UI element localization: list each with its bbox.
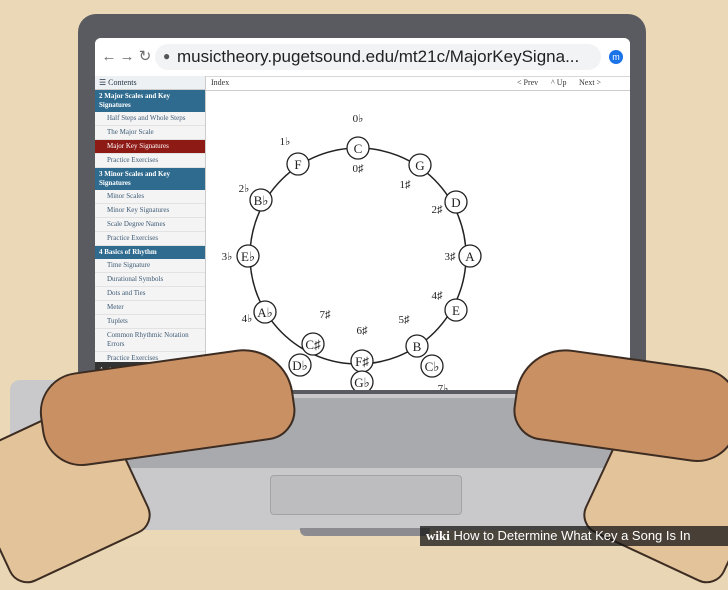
key-node: A (458, 244, 482, 268)
accidental-count-label: 0♯ (353, 163, 365, 175)
forward-icon[interactable]: → (119, 48, 135, 66)
sidebar-item[interactable]: Major Key Signatures (95, 140, 205, 154)
sidebar-item[interactable]: Meter (95, 301, 205, 315)
key-node-label: B (413, 339, 422, 354)
menu-icon[interactable]: ⋮ (625, 47, 630, 63)
laptop-front-notch (300, 528, 430, 536)
key-node-label: G (415, 158, 424, 173)
key-node-label: C♭ (425, 359, 440, 374)
back-icon[interactable]: ← (101, 48, 117, 66)
caption-text: How to Determine What Key a Song Is In (453, 528, 691, 543)
accidental-count-label: 3♭ (222, 251, 233, 263)
main-content: C G D A E B F♯ G♭ D♭ A♭ E♭ B♭ F C♯ C♭ 0♭ 0♯ 1♯ 2♯ 3♯ 4♯ 5♯ 6♯… (205, 90, 630, 390)
key-node: B♭ (249, 188, 273, 212)
accidental-count-label: 4♯ (432, 290, 444, 302)
accidental-count-label: 4♭ (242, 313, 253, 325)
top-nav: Index < Prev ^ Up Next > (205, 76, 630, 91)
sidebar-item[interactable]: Common Rhythmic Notation Errors (95, 329, 205, 352)
accidental-count-label: 7♭ (438, 383, 449, 390)
key-node: G♭ (350, 370, 374, 390)
key-node-label: B♭ (254, 193, 269, 208)
laptop-screen: ← → ↻ ● musictheory.pugetsound.edu/mt21c… (95, 38, 630, 390)
key-node: C♭ (420, 354, 444, 378)
key-node-label: A♭ (257, 305, 273, 320)
key-node-label: C (354, 141, 363, 156)
key-node: F♯ (350, 349, 374, 373)
accidental-count-label: 2♭ (239, 183, 250, 195)
caption-brand: wiki (426, 528, 450, 543)
sidebar-item[interactable]: Dots and Ties (95, 287, 205, 301)
key-node-label: G♭ (354, 375, 370, 390)
sidebar-header-label: Contents (108, 78, 137, 87)
sidebar: ☰ Contents 2 Major Scales and Key Signat… (95, 76, 206, 390)
sidebar-item[interactable]: The Major Scale (95, 126, 205, 140)
sidebar-header[interactable]: ☰ Contents (95, 76, 205, 90)
reload-icon[interactable]: ↻ (137, 48, 153, 66)
key-node: C♯ (301, 332, 325, 356)
profile-avatar[interactable]: m (609, 50, 623, 64)
browser-toolbar: ← → ↻ ● musictheory.pugetsound.edu/mt21c… (95, 38, 630, 77)
key-node-label: C♯ (305, 337, 320, 352)
key-node-label: E (452, 303, 460, 318)
key-node-label: F♯ (355, 354, 369, 369)
key-node: E♭ (236, 244, 260, 268)
accidental-count-label: 1♭ (280, 136, 291, 148)
touchpad[interactable] (270, 475, 462, 515)
key-node-label: D♭ (292, 358, 308, 373)
key-node: F (286, 152, 310, 176)
up-button[interactable]: ^ Up (551, 78, 567, 87)
sidebar-item[interactable]: Tuplets (95, 315, 205, 329)
sidebar-item[interactable]: Scale Degree Names (95, 218, 205, 232)
key-node-label: A (465, 249, 475, 264)
key-node: B (405, 334, 429, 358)
key-node: E (444, 298, 468, 322)
accidental-count-label: 6♯ (357, 325, 369, 337)
sidebar-item[interactable]: Half Steps and Whole Steps (95, 112, 205, 126)
key-node-label: F (294, 157, 301, 172)
sidebar-item[interactable]: Time Signature (95, 259, 205, 273)
index-link[interactable]: Index (211, 78, 229, 87)
accidental-count-label: 2♯ (432, 204, 444, 216)
key-node-label: E♭ (241, 249, 255, 264)
key-node-label: D (451, 195, 460, 210)
sidebar-section-2[interactable]: 2 Major Scales and Key Signatures (95, 90, 205, 112)
key-node: C (346, 136, 370, 160)
sidebar-section-4[interactable]: 4 Basics of Rhythm (95, 246, 205, 259)
sidebar-item[interactable]: Minor Scales (95, 190, 205, 204)
next-button[interactable]: Next > (579, 78, 601, 87)
key-node: D (444, 190, 468, 214)
accidental-count-label: 7♯ (320, 309, 332, 321)
key-node: G (408, 153, 432, 177)
address-bar[interactable]: ● musictheory.pugetsound.edu/mt21c/Major… (155, 44, 601, 70)
prev-button[interactable]: < Prev (517, 78, 538, 87)
sidebar-item[interactable]: Durational Symbols (95, 273, 205, 287)
key-node: D♭ (288, 353, 312, 377)
accidental-count-label: 1♯ (400, 179, 412, 191)
accidental-count-label: 3♯ (445, 251, 457, 263)
lock-icon: ● (163, 49, 171, 63)
sidebar-item[interactable]: Minor Key Signatures (95, 204, 205, 218)
caption-bar: wiki How to Determine What Key a Song Is… (420, 526, 728, 546)
url-text: musictheory.pugetsound.edu/mt21c/MajorKe… (177, 47, 580, 66)
sidebar-list: 2 Major Scales and Key Signatures Half St… (95, 90, 205, 379)
key-node: A♭ (253, 300, 277, 324)
sidebar-item[interactable]: Practice Exercises (95, 154, 205, 168)
accidental-count-label: 0♭ (353, 113, 364, 125)
accidental-count-label: 5♯ (399, 314, 411, 326)
sidebar-section-3[interactable]: 3 Minor Scales and Key Signatures (95, 168, 205, 190)
circle-of-fifths-diagram: C G D A E B F♯ G♭ D♭ A♭ E♭ B♭ F C♯ C♭ 0♭ 0♯ 1♯ 2♯ 3♯ 4♯ 5♯ 6♯… (222, 113, 482, 390)
sidebar-item[interactable]: Practice Exercises (95, 232, 205, 246)
